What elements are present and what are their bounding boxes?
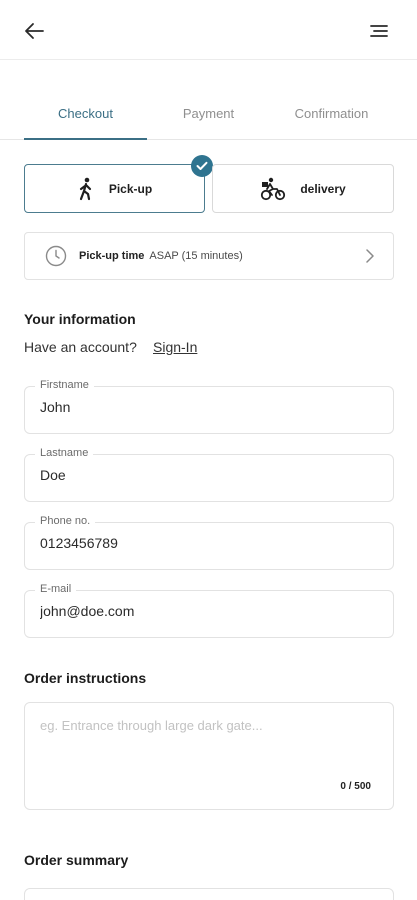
pickup-time-selector[interactable]: Pick-up time ASAP (15 minutes): [24, 232, 394, 280]
pickup-time-label: Pick-up time: [79, 250, 145, 262]
firstname-field: Firstname: [24, 379, 394, 434]
menu-lines-icon: [370, 25, 388, 37]
character-counter: 0 / 500: [340, 781, 371, 792]
lastname-field: Lastname: [24, 447, 394, 502]
top-bar: [0, 0, 417, 60]
cyclist-icon: [261, 177, 286, 200]
have-account-text: Have an account?: [24, 339, 137, 355]
email-input[interactable]: [40, 603, 380, 619]
order-summary-box: [24, 888, 394, 900]
back-button[interactable]: [20, 18, 48, 44]
pickup-time-value: ASAP (15 minutes): [149, 250, 243, 262]
order-instructions-input[interactable]: [40, 718, 380, 778]
email-label: E-mail: [35, 583, 77, 595]
pickup-option[interactable]: Pick-up: [24, 164, 205, 213]
phone-field: Phone no.: [24, 515, 394, 570]
tab-checkout[interactable]: Checkout: [24, 92, 147, 139]
menu-button[interactable]: [364, 18, 394, 44]
clock-icon: [45, 245, 67, 267]
pickup-option-label: Pick-up: [108, 181, 153, 196]
your-information-title: Your information: [24, 311, 136, 327]
firstname-input[interactable]: [40, 399, 380, 415]
order-summary-title: Order summary: [24, 852, 129, 868]
order-instructions-box: 0 / 500: [24, 702, 394, 810]
tab-confirmation[interactable]: Confirmation: [270, 92, 393, 139]
delivery-option-label: delivery: [300, 181, 346, 196]
delivery-option[interactable]: delivery: [212, 164, 394, 213]
phone-label: Phone no.: [35, 515, 96, 527]
lastname-label: Lastname: [35, 447, 94, 459]
walking-person-icon: [79, 177, 91, 200]
sign-in-link[interactable]: Sign-In: [153, 339, 197, 355]
chevron-right-icon: [366, 249, 374, 263]
active-tab-indicator: [24, 138, 147, 140]
lastname-input[interactable]: [40, 467, 380, 483]
order-instructions-title: Order instructions: [24, 670, 147, 686]
arrow-left-icon: [25, 23, 44, 39]
selected-check-icon: [191, 155, 213, 177]
checkout-steps-tabs: Checkout Payment Confirmation: [0, 92, 417, 140]
tab-payment[interactable]: Payment: [147, 92, 270, 139]
phone-input[interactable]: [40, 535, 380, 551]
firstname-label: Firstname: [35, 379, 94, 391]
email-field: E-mail: [24, 583, 394, 638]
